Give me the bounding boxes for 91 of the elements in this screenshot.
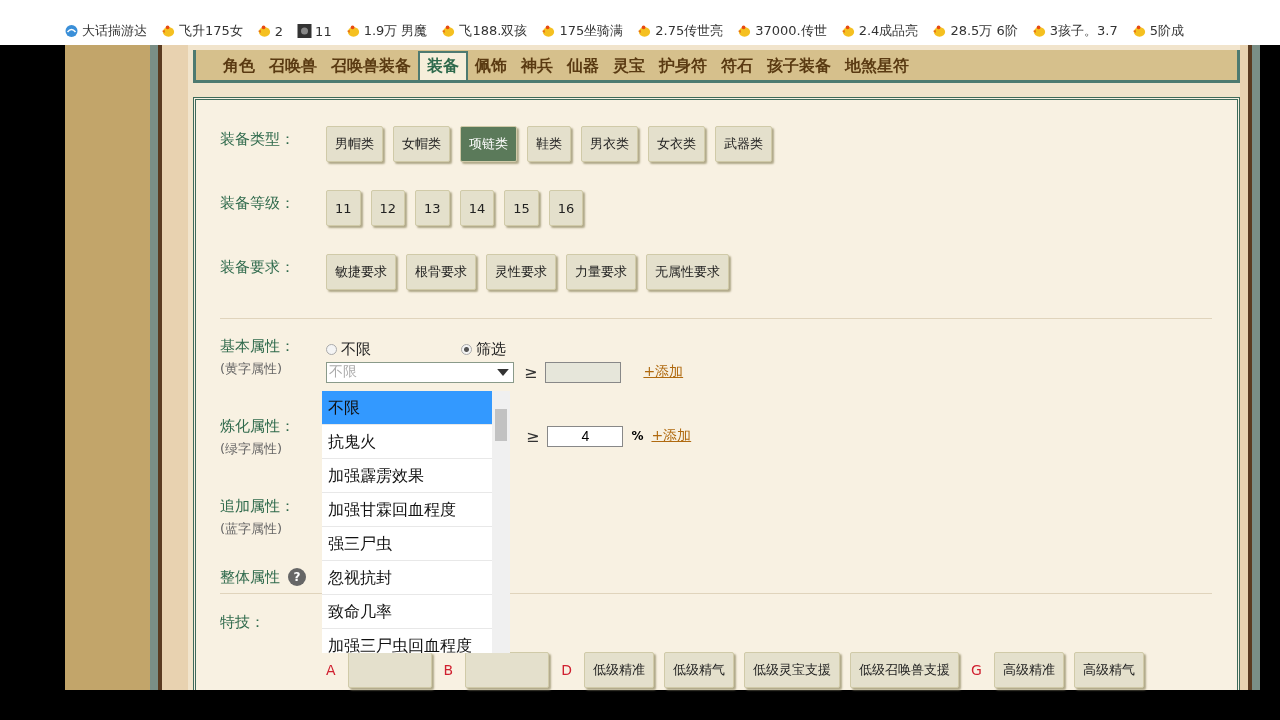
- image-icon: [297, 24, 313, 38]
- chick-icon: [840, 24, 856, 38]
- filter-option[interactable]: 女帽类: [393, 126, 450, 162]
- skill-option[interactable]: [465, 652, 550, 688]
- index-letter: G: [970, 662, 982, 678]
- tab[interactable]: 装备: [418, 51, 468, 80]
- bookmark[interactable]: 175坐骑满: [541, 22, 624, 40]
- chick-icon: [932, 24, 948, 38]
- dropdown-option[interactable]: 不限: [322, 391, 492, 425]
- filter-option[interactable]: 鞋类: [527, 126, 571, 162]
- filter-option[interactable]: 根骨要求: [406, 254, 476, 290]
- help-icon[interactable]: ?: [288, 568, 306, 586]
- filter-option[interactable]: 武器类: [715, 126, 772, 162]
- bookmark[interactable]: 3孩子。3.7: [1031, 22, 1118, 40]
- tab[interactable]: 护身符: [652, 53, 714, 80]
- filter-option[interactable]: 男帽类: [326, 126, 383, 162]
- bookmark[interactable]: 11: [297, 23, 332, 39]
- tab[interactable]: 仙器: [560, 53, 606, 80]
- index-letter: B: [443, 662, 454, 678]
- index-letter: A: [326, 662, 336, 678]
- skill-option[interactable]: 低级精准: [583, 652, 654, 688]
- chick-icon: [161, 24, 176, 38]
- bookmark[interactable]: 5阶成: [1131, 22, 1184, 40]
- skill-option[interactable]: [347, 652, 432, 688]
- filter-label: 装备要求：: [220, 257, 296, 278]
- attribute-sublabel: (黄字属性): [220, 360, 284, 378]
- tab[interactable]: 地煞星符: [838, 53, 916, 80]
- chick-icon: [637, 24, 653, 38]
- bookmark[interactable]: 37000.传世: [737, 22, 827, 40]
- attribute-label: 整体属性: [220, 567, 280, 587]
- chick-icon: [441, 24, 457, 38]
- caret-icon: [497, 368, 509, 376]
- bookmark[interactable]: 飞升175女: [161, 22, 243, 40]
- cloud-icon: [64, 24, 79, 38]
- filter-option[interactable]: 女衣类: [648, 126, 705, 162]
- bookmark[interactable]: 2.4成品亮: [840, 22, 919, 40]
- skill-option[interactable]: 低级精气: [663, 652, 734, 688]
- radio-option[interactable]: 筛选: [461, 337, 506, 361]
- skill-option[interactable]: 低级召唤兽支援: [849, 652, 959, 688]
- chick-icon: [541, 24, 557, 38]
- chick-icon: [1131, 24, 1147, 38]
- filter-option[interactable]: 16: [548, 190, 584, 226]
- tab[interactable]: 神兵: [514, 53, 560, 80]
- attribute-label: 基本属性：: [220, 337, 296, 356]
- compare-sign: ≥: [526, 426, 540, 446]
- tab[interactable]: 符石: [714, 53, 760, 80]
- chick-icon: [345, 24, 361, 38]
- tab[interactable]: 召唤兽装备: [324, 53, 418, 80]
- filter-option[interactable]: 14: [459, 190, 495, 226]
- radio-option[interactable]: 不限: [326, 337, 371, 361]
- unit-label: %: [631, 429, 644, 443]
- tab[interactable]: 召唤兽: [262, 53, 324, 80]
- filter-option[interactable]: 力量要求: [566, 254, 636, 290]
- attribute-sublabel: (蓝字属性): [220, 520, 284, 538]
- add-link[interactable]: +添加: [651, 427, 692, 445]
- chick-icon: [256, 24, 272, 38]
- filter-option[interactable]: 敏捷要求: [326, 254, 396, 290]
- attribute-label: 追加属性：: [220, 497, 296, 516]
- filter-option[interactable]: 15: [504, 190, 539, 226]
- bookmark[interactable]: 2: [256, 23, 284, 39]
- attribute-sublabel: (绿字属性): [220, 440, 284, 458]
- filter-label: 装备类型：: [220, 129, 296, 150]
- skill-option[interactable]: 低级灵宝支援: [743, 652, 840, 688]
- tab[interactable]: 佩饰: [468, 53, 514, 80]
- bookmark[interactable]: 大话揣游达: [64, 22, 147, 40]
- attribute-label: 炼化属性：: [220, 417, 296, 436]
- tab[interactable]: 灵宝: [606, 53, 652, 80]
- add-link[interactable]: +添加: [643, 363, 684, 381]
- chick-icon: [1031, 24, 1047, 38]
- filter-option[interactable]: 12: [370, 190, 406, 226]
- compare-sign: ≥: [524, 362, 538, 382]
- skill-label: 特技：: [220, 613, 265, 631]
- skill-option[interactable]: 高级精气: [1073, 652, 1144, 688]
- bookmark[interactable]: 28.5万 6阶: [932, 22, 1018, 40]
- index-letter: D: [561, 662, 572, 678]
- bookmark[interactable]: 飞188.双孩: [441, 22, 528, 40]
- skill-option[interactable]: 高级精准: [993, 652, 1064, 688]
- filter-option[interactable]: 男衣类: [581, 126, 638, 162]
- filter-option[interactable]: 无属性要求: [646, 254, 729, 290]
- bookmark[interactable]: 2.75传世亮: [637, 22, 724, 40]
- value-field[interactable]: 4: [547, 425, 624, 447]
- scrollbar[interactable]: [492, 391, 510, 653]
- filter-option[interactable]: 11: [326, 190, 361, 226]
- chick-icon: [737, 24, 753, 38]
- filter-option[interactable]: 项链类: [460, 126, 517, 162]
- tab[interactable]: 角色: [216, 53, 262, 80]
- filter-label: 装备等级：: [220, 193, 296, 214]
- tab[interactable]: 孩子装备: [760, 53, 838, 80]
- filter-option[interactable]: 灵性要求: [486, 254, 556, 290]
- filter-option[interactable]: 13: [415, 190, 450, 226]
- bookmark[interactable]: 1.9万 男魔: [345, 22, 428, 40]
